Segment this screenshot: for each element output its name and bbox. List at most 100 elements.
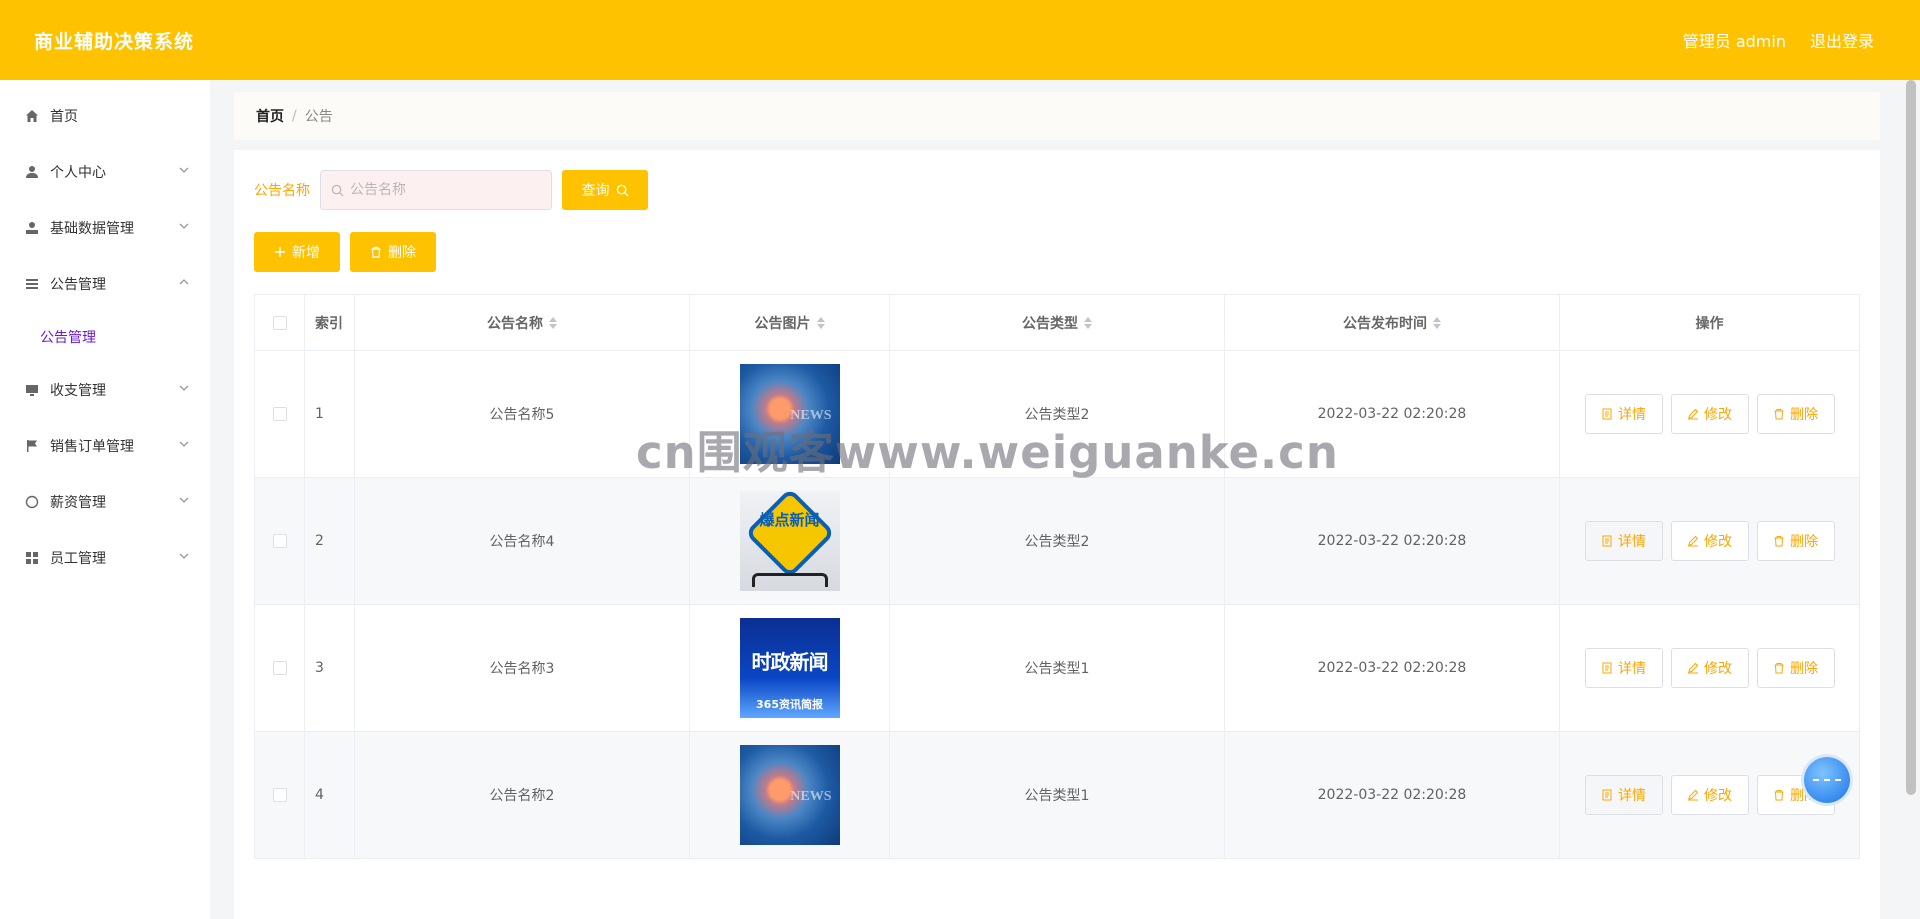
trash-icon — [371, 246, 381, 258]
table-row: 2 公告名称4 爆点新闻 公告类型2 2022-03-22 02:20:28 详… — [255, 478, 1859, 605]
document-icon — [1602, 789, 1612, 801]
edit-button[interactable]: 修改 — [1670, 648, 1749, 688]
trash-icon — [1774, 536, 1784, 547]
header-checkbox-cell — [255, 295, 305, 350]
sidebar-item-label: 个人中心 — [50, 165, 106, 181]
table-row: 3 公告名称3 时政新闻 365资讯简报 公告类型1 2022-03-22 02… — [255, 605, 1859, 732]
delete-button[interactable]: 删除 — [1756, 521, 1835, 561]
app-title: 商业辅助决策系统 — [34, 30, 195, 53]
edit-label: 修改 — [1704, 788, 1732, 804]
row-ops: 详情 修改 删除 — [1560, 351, 1859, 477]
breadcrumb-home[interactable]: 首页 — [256, 106, 284, 126]
header-time[interactable]: 公告发布时间 — [1225, 295, 1560, 350]
detail-button[interactable]: 详情 — [1584, 775, 1663, 815]
baodian-news-thumbnail-image[interactable]: 爆点新闻 — [739, 491, 840, 591]
sidebar-subitem-notice-management[interactable]: 公告管理 — [0, 312, 210, 362]
sidebar-item-home[interactable]: 首页 — [0, 88, 210, 144]
row-name: 公告名称4 — [355, 478, 690, 604]
baodian-text: 爆点新闻 — [759, 511, 820, 529]
main-content: 首页 / 公告 公告名称 查询 新增 删除 — [234, 92, 1880, 919]
row-index: 4 — [305, 732, 355, 858]
chevron-down-icon — [179, 223, 189, 229]
news-word: NEWS — [790, 789, 832, 804]
page-scrollbar[interactable] — [1906, 80, 1916, 795]
search-icon — [331, 184, 344, 197]
sidebar-item-basic-data[interactable]: 基础数据管理 — [0, 200, 210, 256]
search-input[interactable] — [350, 182, 540, 198]
search-row: 公告名称 查询 — [254, 170, 1860, 210]
sidebar-item-label: 首页 — [50, 109, 78, 125]
chevron-down-icon — [179, 167, 189, 173]
watermark-text: cn围观客www.weiguanke.cn — [636, 426, 1339, 479]
row-checkbox[interactable] — [272, 661, 287, 675]
header-time-label: 公告发布时间 — [1343, 315, 1427, 332]
row-image-cell: 爆点新闻 — [690, 478, 890, 604]
header-name[interactable]: 公告名称 — [355, 295, 690, 350]
row-checkbox[interactable] — [272, 788, 287, 802]
detail-button[interactable]: 详情 — [1584, 521, 1663, 561]
edit-button[interactable]: 修改 — [1670, 394, 1749, 434]
header-name-label: 公告名称 — [487, 315, 543, 332]
row-name: 公告名称2 — [355, 732, 690, 858]
user-icon — [24, 164, 40, 180]
sidebar-item-personal-center[interactable]: 个人中心 — [0, 144, 210, 200]
shizheng-title: 时政新闻 — [751, 650, 829, 674]
logout-link[interactable]: 退出登录 — [1810, 28, 1874, 52]
header-type[interactable]: 公告类型 — [890, 295, 1225, 350]
sort-icon[interactable] — [1084, 316, 1092, 329]
phone-shape — [751, 573, 828, 587]
batch-delete-button[interactable]: 删除 — [350, 232, 436, 272]
row-checkbox[interactable] — [272, 407, 287, 421]
chevron-down-icon — [179, 497, 189, 503]
sidebar-item-label: 销售订单管理 — [50, 439, 134, 455]
sidebar: 首页 个人中心 基础数据管理 公告管理 公告管理 收支管理 销售订单管理 薪资管… — [0, 80, 210, 919]
monitor-icon — [24, 382, 40, 398]
sidebar-subitem-label: 公告管理 — [40, 330, 96, 346]
detail-button[interactable]: 详情 — [1584, 648, 1663, 688]
row-checkbox-cell — [255, 605, 305, 731]
news-thumbnail-image[interactable]: NEWS — [739, 745, 840, 845]
select-all-checkbox[interactable] — [272, 315, 287, 330]
stamp-icon — [24, 220, 40, 236]
breadcrumb-current: 公告 — [304, 109, 333, 125]
add-button[interactable]: 新增 — [254, 232, 340, 272]
admin-user-label[interactable]: 管理员 admin — [1683, 28, 1786, 52]
row-checkbox[interactable] — [272, 534, 287, 548]
sidebar-item-sales-orders[interactable]: 销售订单管理 — [0, 418, 210, 474]
table-header-row: 索引 公告名称 公告图片 公告类型 公告发布时间 操作 — [255, 295, 1859, 351]
delete-label: 删除 — [1790, 661, 1818, 677]
header-image[interactable]: 公告图片 — [690, 295, 890, 350]
action-row: 新增 删除 — [254, 232, 1860, 272]
shizheng-news-thumbnail-image[interactable]: 时政新闻 365资讯简报 — [739, 618, 840, 718]
delete-button[interactable]: 删除 — [1756, 394, 1835, 434]
detail-button[interactable]: 详情 — [1584, 394, 1663, 434]
row-time: 2022-03-22 02:20:28 — [1225, 732, 1560, 858]
detail-label: 详情 — [1618, 534, 1646, 550]
sort-icon[interactable] — [816, 316, 825, 329]
chevron-down-icon — [179, 441, 189, 447]
edit-button[interactable]: 修改 — [1670, 521, 1749, 561]
table-row: 4 公告名称2 NEWS 公告类型1 2022-03-22 02:20:28 详… — [255, 732, 1859, 859]
trash-icon — [1774, 663, 1784, 674]
search-button-label: 查询 — [581, 183, 610, 199]
sort-icon[interactable] — [549, 316, 557, 329]
sort-icon[interactable] — [1433, 316, 1441, 329]
search-label: 公告名称 — [254, 183, 310, 199]
edit-button[interactable]: 修改 — [1670, 775, 1749, 815]
delete-button[interactable]: 删除 — [1756, 648, 1835, 688]
sidebar-item-income-expense[interactable]: 收支管理 — [0, 362, 210, 418]
search-button[interactable]: 查询 — [562, 170, 648, 210]
document-icon — [1602, 408, 1612, 420]
badge-shape — [744, 491, 835, 579]
sidebar-item-employees[interactable]: 员工管理 — [0, 530, 210, 586]
chevron-down-icon — [179, 553, 189, 559]
row-index: 1 — [305, 351, 355, 477]
edit-label: 修改 — [1704, 407, 1732, 423]
sidebar-item-salary[interactable]: 薪资管理 — [0, 474, 210, 530]
floating-assistant-button[interactable] — [1804, 757, 1850, 803]
trash-icon — [1774, 409, 1784, 420]
top-header: 商业辅助决策系统 管理员 admin 退出登录 — [0, 0, 1920, 80]
search-field[interactable] — [320, 170, 552, 210]
sidebar-item-label: 收支管理 — [50, 383, 106, 399]
sidebar-item-notice-management[interactable]: 公告管理 — [0, 256, 210, 312]
